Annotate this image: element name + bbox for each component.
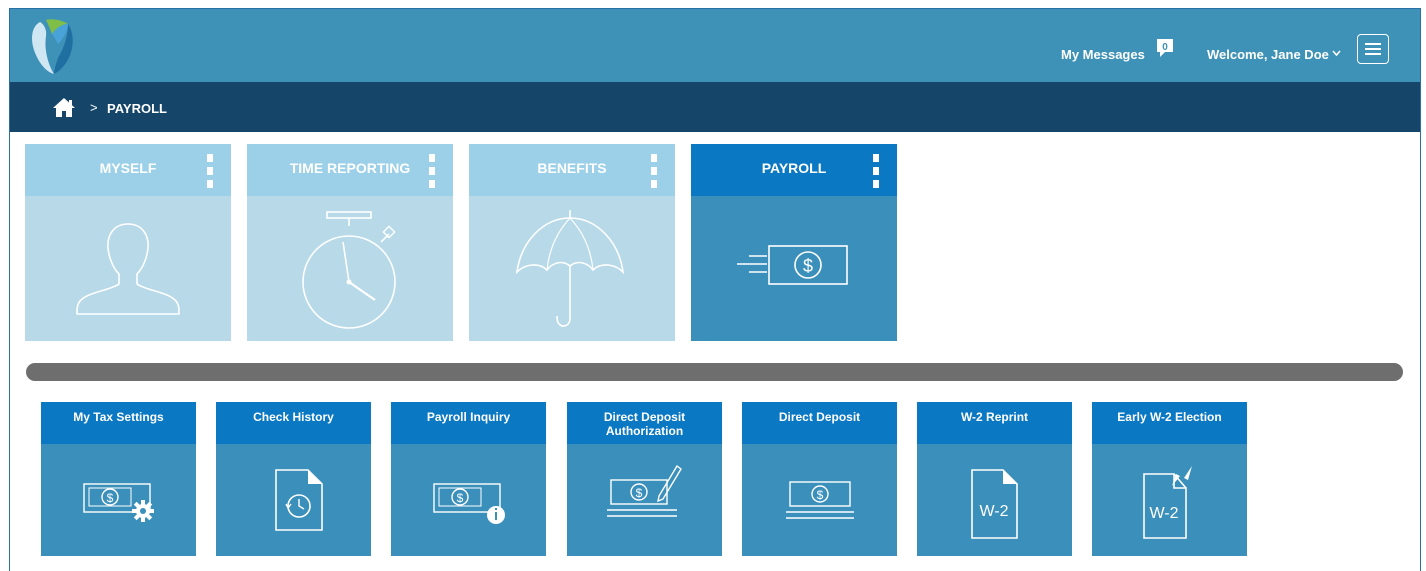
- svg-text:$: $: [457, 491, 464, 505]
- chevron-down-icon[interactable]: [1332, 49, 1341, 57]
- person-icon: [76, 223, 180, 315]
- svg-text:$: $: [107, 491, 114, 505]
- breadcrumb: > PAYROLL: [10, 82, 1420, 132]
- tile-label: TIME REPORTING: [289, 160, 411, 176]
- money-sign-icon: $: [607, 464, 682, 517]
- card-label: Payroll Inquiry: [426, 410, 511, 424]
- tile-label: MYSELF: [99, 160, 157, 176]
- card-my-tax-settings[interactable]: My Tax Settings $: [41, 402, 196, 556]
- money-deposit-icon: $: [786, 481, 854, 519]
- breadcrumb-separator: >: [90, 100, 98, 115]
- card-header: Check History: [216, 402, 371, 444]
- money-icon: $: [737, 245, 848, 285]
- money-gear-icon: $: [83, 483, 154, 522]
- card-body: $: [742, 444, 897, 556]
- card-label: My Tax Settings: [73, 410, 164, 424]
- card-body: $: [41, 444, 196, 556]
- card-header: Direct Deposit: [742, 402, 897, 444]
- card-direct-deposit-authorization[interactable]: Direct Deposit Authorization $: [567, 402, 722, 556]
- app-frame: My Messages 0 Welcome, Jane Doe > PAYROL…: [9, 8, 1421, 571]
- tile-time-reporting[interactable]: TIME REPORTING: [247, 144, 453, 341]
- svg-text:$: $: [803, 256, 813, 276]
- w2-label: W-2: [979, 503, 1008, 520]
- more-options-icon[interactable]: [651, 154, 657, 188]
- card-label: Direct Deposit: [778, 410, 861, 424]
- card-header: Direct Deposit Authorization: [567, 402, 722, 444]
- card-body: W-2: [1092, 444, 1247, 556]
- card-direct-deposit[interactable]: Direct Deposit $: [742, 402, 897, 556]
- w2-label: W-2: [1149, 505, 1178, 522]
- tile-header: MYSELF: [25, 144, 231, 196]
- card-label: W-2 Reprint: [960, 410, 1029, 424]
- card-header: Payroll Inquiry: [391, 402, 546, 444]
- my-messages-link[interactable]: My Messages: [1061, 47, 1145, 62]
- tile-body: [247, 196, 453, 341]
- more-options-icon[interactable]: [207, 154, 213, 188]
- card-early-w2-election[interactable]: Early W-2 Election W-2: [1092, 402, 1247, 556]
- scrollbar[interactable]: [26, 363, 1403, 381]
- document-history-icon: [275, 469, 323, 531]
- tile-body: $: [691, 196, 897, 341]
- card-w2-reprint[interactable]: W-2 Reprint W-2: [917, 402, 1072, 556]
- card-label: Early W-2 Election: [1117, 410, 1222, 424]
- home-icon[interactable]: [52, 97, 76, 118]
- tile-payroll[interactable]: PAYROLL $: [691, 144, 897, 341]
- company-logo[interactable]: [28, 16, 78, 76]
- tile-body: [25, 196, 231, 341]
- card-check-history[interactable]: Check History: [216, 402, 371, 556]
- card-body: W-2: [917, 444, 1072, 556]
- breadcrumb-current: PAYROLL: [107, 101, 167, 116]
- w2-early-icon: W-2: [1143, 466, 1192, 539]
- w2-document-icon: W-2: [971, 469, 1018, 539]
- card-header: My Tax Settings: [41, 402, 196, 444]
- tile-header: BENEFITS: [469, 144, 675, 196]
- tile-header: TIME REPORTING: [247, 144, 453, 196]
- tile-benefits[interactable]: BENEFITS: [469, 144, 675, 341]
- card-body: $: [391, 444, 546, 556]
- stopwatch-icon: [302, 211, 396, 329]
- more-options-icon[interactable]: [873, 154, 879, 188]
- card-header: W-2 Reprint: [917, 402, 1072, 444]
- message-icon[interactable]: 0: [1157, 39, 1173, 57]
- card-payroll-inquiry[interactable]: Payroll Inquiry $: [391, 402, 546, 556]
- card-body: $: [567, 444, 722, 556]
- tile-header: PAYROLL: [691, 144, 897, 196]
- tile-myself[interactable]: MYSELF: [25, 144, 231, 341]
- svg-text:$: $: [817, 488, 824, 502]
- umbrella-icon: [515, 210, 625, 327]
- more-options-icon[interactable]: [429, 154, 435, 188]
- user-menu-toggle[interactable]: Welcome, Jane Doe: [1207, 47, 1329, 62]
- svg-text:$: $: [636, 486, 643, 500]
- card-header: Early W-2 Election: [1092, 402, 1247, 444]
- hamburger-menu-button[interactable]: [1357, 34, 1389, 64]
- tile-label: BENEFITS: [537, 160, 607, 176]
- card-body: [216, 444, 371, 556]
- money-info-icon: $: [433, 483, 505, 524]
- tile-label: PAYROLL: [761, 160, 827, 176]
- card-label: Check History: [253, 410, 334, 424]
- card-label: Direct Deposit Authorization: [603, 410, 686, 438]
- message-count: 0: [1162, 42, 1168, 53]
- top-bar: My Messages 0 Welcome, Jane Doe: [10, 9, 1420, 82]
- tile-body: [469, 196, 675, 341]
